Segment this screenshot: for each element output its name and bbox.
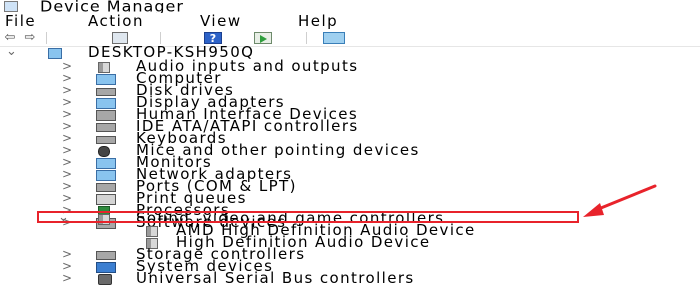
expand-chevron-icon[interactable]: > (62, 272, 72, 284)
tree-item-usb[interactable]: > Universal Serial Bus controllers (0, 270, 700, 286)
tree-item-network[interactable]: > Network adapters (0, 166, 700, 182)
tree-item-monitors[interactable]: > Monitors (0, 154, 700, 170)
tree-item-disk-drives[interactable]: > Disk drives (0, 82, 700, 98)
tree-item-audio[interactable]: > Audio inputs and outputs (0, 58, 700, 74)
tree-child-hd-audio[interactable]: High Definition Audio Device (0, 234, 700, 250)
device-tree: ⌄ DESKTOP-KSH950Q > Audio inputs and out… (0, 44, 700, 300)
device-manager-icon (4, 1, 18, 12)
display-adapter-icon (96, 98, 116, 109)
tree-item-computer[interactable]: > Computer (0, 70, 700, 86)
monitor-icon (96, 158, 116, 169)
back-arrow-icon[interactable]: ⇦ (2, 31, 18, 44)
ide-controller-icon (96, 123, 116, 132)
network-adapter-icon (96, 170, 116, 181)
highlight-box (37, 211, 579, 223)
tree-item-mice[interactable]: > Mice and other pointing devices (0, 142, 700, 158)
tree-item-ports[interactable]: > Ports (COM & LPT) (0, 178, 700, 194)
keyboard-icon (96, 136, 116, 144)
port-icon (96, 183, 116, 192)
tree-item-storage[interactable]: > Storage controllers (0, 246, 700, 262)
hid-icon (96, 110, 116, 121)
menu-file[interactable]: File (5, 12, 36, 30)
computer-icon (96, 74, 116, 85)
toolbar-separator (306, 32, 307, 44)
menu-help[interactable]: Help (298, 12, 338, 30)
disk-drive-icon (96, 88, 116, 96)
menu-view[interactable]: View (200, 12, 242, 30)
forward-arrow-icon[interactable]: ⇨ (22, 31, 38, 44)
system-device-icon (96, 262, 116, 273)
menu-bar: File Action View Help (0, 12, 700, 30)
audio-icon (98, 62, 110, 73)
tree-item-ide[interactable]: > IDE ATA/ATAPI controllers (0, 118, 700, 134)
monitor-icon[interactable] (323, 32, 345, 44)
storage-controller-icon (96, 251, 116, 260)
toolbar-separator (46, 32, 47, 44)
menu-action[interactable]: Action (88, 12, 144, 30)
usb-icon (98, 274, 112, 285)
collapse-chevron-icon[interactable]: ⌄ (6, 45, 17, 58)
tree-item-label: Universal Serial Bus controllers (136, 269, 415, 287)
printer-icon (96, 194, 116, 205)
mouse-icon (98, 146, 110, 157)
audio-device-icon (146, 226, 158, 237)
play-icon[interactable] (254, 32, 272, 44)
tree-item-print-queues[interactable]: > Print queues (0, 190, 700, 206)
computer-icon (48, 48, 62, 59)
